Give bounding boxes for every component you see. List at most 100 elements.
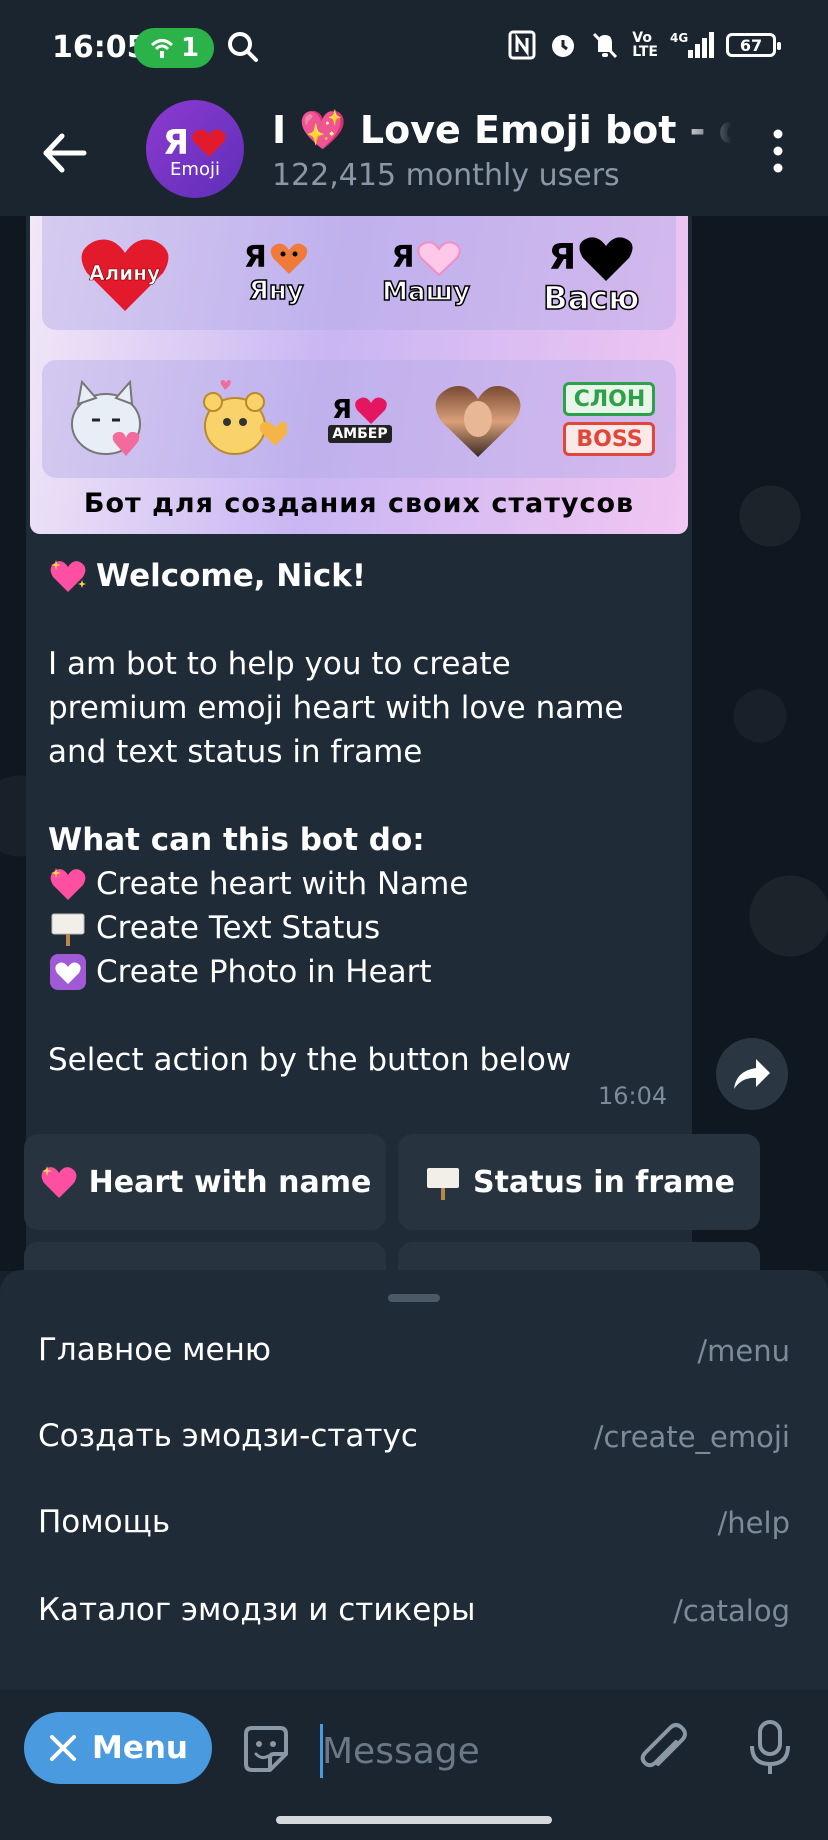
magenta-heart-icon bbox=[355, 397, 387, 424]
button-label: Status in frame bbox=[473, 1164, 735, 1200]
keyboard-button-partial[interactable] bbox=[24, 1242, 386, 1271]
sticker-mashu: Я Машу bbox=[381, 239, 471, 308]
chat-header: Я Emoji I 💖 Love Emoji bot - cos 122,415… bbox=[0, 96, 828, 216]
status-bar: 16:05 1 Vo LTE 4G 67 bbox=[0, 0, 828, 96]
chat-subtitle: 122,415 monthly users bbox=[272, 158, 620, 193]
back-arrow-icon[interactable] bbox=[38, 126, 92, 180]
chat-area[interactable]: Алину Я Яну Я Машу Я Васю Я АМБЕР СЛОН B… bbox=[0, 216, 828, 1271]
svg-text:4G: 4G bbox=[670, 31, 688, 45]
feature-label: Create heart with Name bbox=[96, 866, 469, 902]
sticker-slon: СЛОН bbox=[563, 382, 656, 416]
feature-label: Create Photo in Heart bbox=[96, 954, 432, 990]
black-heart-icon bbox=[579, 237, 633, 281]
avatar-logo: Я bbox=[163, 123, 227, 163]
command-item-catalog[interactable]: Каталог эмодзи и стикеры /catalog bbox=[0, 1570, 828, 1656]
placard-icon bbox=[51, 913, 85, 946]
bot-avatar[interactable]: Я Emoji bbox=[146, 100, 244, 198]
feature-item: Create heart with Name bbox=[48, 862, 668, 906]
banner-row-names: Алину Я Яну Я Машу Я Васю bbox=[42, 216, 676, 330]
intro-line: premium emoji heart with love name bbox=[48, 690, 624, 726]
heart-with-name-button[interactable]: Heart with name bbox=[24, 1134, 386, 1230]
command-slash: /help bbox=[717, 1506, 790, 1540]
chat-title[interactable]: I 💖 Love Emoji bot - cos bbox=[272, 108, 732, 153]
close-icon bbox=[49, 1735, 76, 1761]
avatar-label: Emoji bbox=[170, 158, 220, 180]
message-time: 16:04 bbox=[598, 1082, 668, 1110]
more-options-icon[interactable] bbox=[768, 126, 788, 176]
banner-image[interactable]: Алину Я Яну Я Машу Я Васю Я АМБЕР СЛОН B… bbox=[30, 216, 688, 534]
command-slash: /menu bbox=[697, 1334, 790, 1368]
banner-caption: Бот для создания своих статусов bbox=[83, 488, 635, 519]
command-item-help[interactable]: Помощь /help bbox=[0, 1482, 828, 1568]
command-name: Каталог эмодзи и стикеры bbox=[38, 1592, 476, 1628]
sticker-yanu: Я Яну bbox=[243, 240, 309, 307]
sticker-vasyu: Я Васю bbox=[543, 233, 641, 317]
sparkling-heart-icon bbox=[50, 868, 86, 900]
menu-button[interactable]: Menu bbox=[24, 1712, 212, 1784]
sticker-icon[interactable] bbox=[238, 1722, 294, 1778]
mute-icon bbox=[593, 32, 618, 59]
sparkling-heart-icon bbox=[50, 560, 86, 592]
system-nav-bar bbox=[0, 1800, 828, 1840]
microphone-icon[interactable] bbox=[748, 1718, 792, 1778]
sticker-name: Яну bbox=[248, 275, 304, 307]
what-title: What can this bot do: bbox=[48, 822, 425, 858]
intro-line: and text status in frame bbox=[48, 734, 423, 770]
message-greeting: Welcome, Nick! bbox=[48, 554, 668, 598]
home-indicator[interactable] bbox=[276, 1816, 552, 1824]
status-icons: Vo LTE 4G 67 bbox=[508, 30, 781, 60]
hotspot-badge: 1 bbox=[134, 28, 214, 68]
bot-commands-sheet: Главное меню /menu Создать эмодзи-статус… bbox=[0, 1270, 828, 1690]
forward-icon bbox=[734, 1059, 770, 1089]
hotspot-count: 1 bbox=[180, 33, 200, 63]
screen: 16:05 1 Vo LTE 4G 67 Я Emoji I 💖 Love Em… bbox=[0, 0, 828, 1840]
search-icon bbox=[228, 32, 258, 62]
message-text: Welcome, Nick! I am bot to help you to c… bbox=[48, 554, 668, 1082]
keyboard-button-partial[interactable] bbox=[398, 1242, 760, 1271]
feature-label: Create Text Status bbox=[96, 910, 381, 946]
sticker-amber: Я АМБЕР bbox=[328, 395, 392, 443]
hotspot-icon bbox=[150, 39, 173, 58]
sticker-ya: Я bbox=[391, 240, 415, 275]
avatar-letter: Я bbox=[162, 122, 190, 163]
command-item-create-emoji[interactable]: Создать эмодзи-статус /create_emoji bbox=[0, 1396, 828, 1482]
feature-item: Create Photo in Heart bbox=[48, 950, 668, 994]
command-name: Главное меню bbox=[38, 1332, 271, 1368]
sticker-boss: BOSS bbox=[563, 422, 656, 456]
sheet-drag-handle[interactable] bbox=[388, 1294, 440, 1302]
sticker-ya: Я bbox=[243, 240, 267, 275]
cat-heart-icon bbox=[270, 243, 308, 274]
message-input-bar: Menu bbox=[0, 1690, 828, 1800]
sticker-name: АМБЕР bbox=[328, 425, 392, 443]
volte-icon: Vo LTE bbox=[632, 30, 658, 60]
message-input[interactable] bbox=[322, 1724, 622, 1778]
button-label: Heart with name bbox=[88, 1164, 372, 1200]
message-footer: Select action by the button below bbox=[48, 1042, 572, 1078]
sparkling-heart-icon bbox=[41, 1166, 77, 1198]
sticker-name: Машу bbox=[381, 276, 471, 308]
intro-line: I am bot to help you to create bbox=[48, 646, 511, 682]
sticker-ya: Я bbox=[548, 237, 577, 278]
forward-button[interactable] bbox=[716, 1038, 788, 1110]
heart-decoration-icon bbox=[50, 954, 86, 990]
command-slash: /create_emoji bbox=[593, 1420, 790, 1454]
nfc-icon bbox=[508, 30, 536, 60]
cat-sticker-icon bbox=[71, 379, 142, 456]
command-slash: /catalog bbox=[673, 1594, 790, 1628]
battery-level: 67 bbox=[739, 35, 763, 55]
command-name: Помощь bbox=[38, 1504, 171, 1540]
greeting-text: Welcome, Nick! bbox=[96, 558, 367, 594]
heart-icon bbox=[192, 129, 226, 157]
sticker-ya: Я bbox=[331, 395, 352, 425]
status-in-frame-button[interactable]: Status in frame bbox=[398, 1134, 760, 1230]
placard-icon bbox=[427, 1168, 459, 1200]
command-item-menu[interactable]: Главное меню /menu bbox=[0, 1310, 828, 1396]
pink-heart-icon bbox=[416, 241, 461, 277]
sticker-name: Алину bbox=[89, 261, 161, 286]
menu-button-label: Menu bbox=[91, 1730, 188, 1766]
photo-heart-icon bbox=[435, 386, 520, 457]
attach-icon[interactable] bbox=[636, 1720, 692, 1780]
sticker-name: Васю bbox=[543, 279, 641, 317]
battery-icon: 67 bbox=[726, 33, 781, 57]
sticker-heart-alinu: Алину bbox=[79, 233, 171, 313]
